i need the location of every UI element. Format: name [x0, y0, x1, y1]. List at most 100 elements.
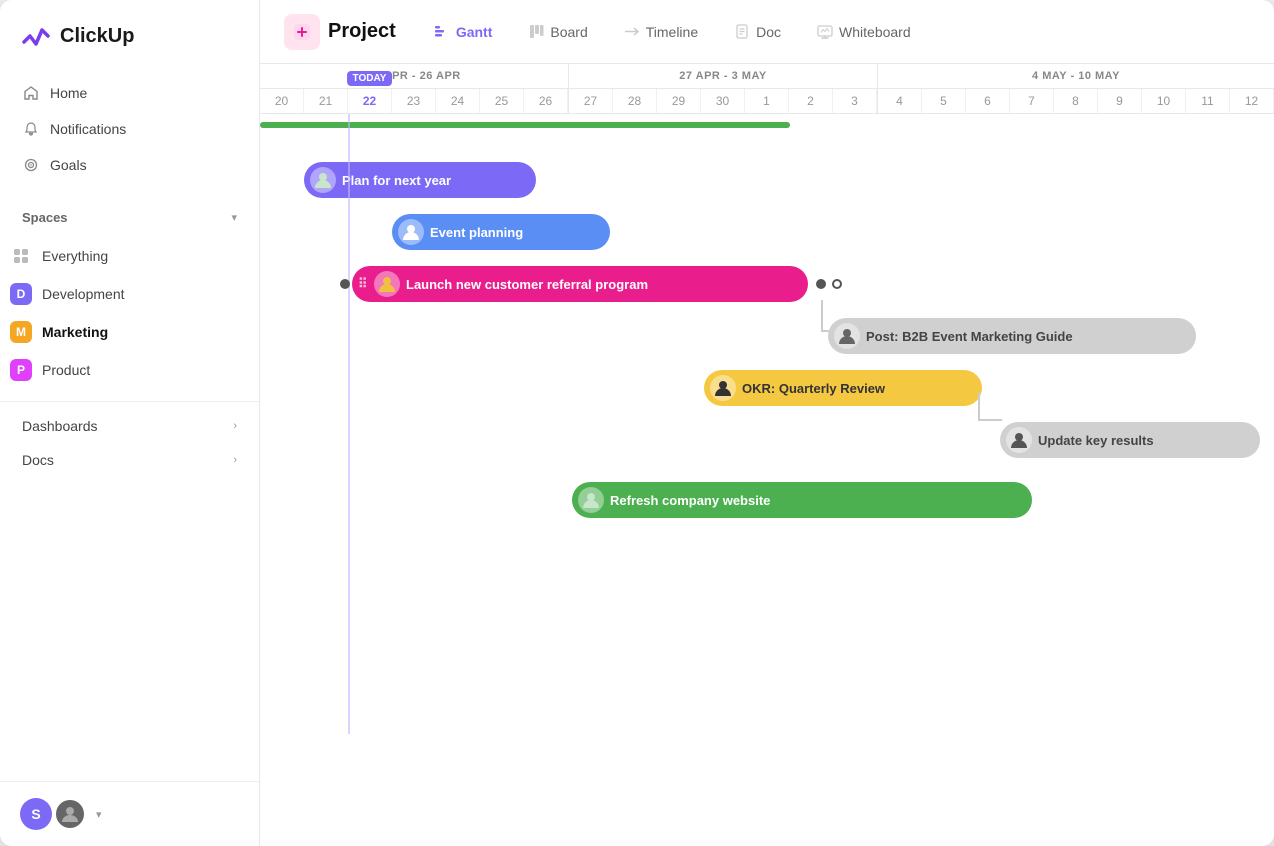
logo-text: ClickUp	[60, 25, 134, 48]
day-7: 7	[1010, 89, 1054, 113]
bar-avatar-0	[310, 167, 336, 193]
user-dropdown-icon[interactable]: ▾	[96, 808, 102, 821]
gantt-row-1: Event planning	[260, 206, 1260, 258]
bar-b2b-guide[interactable]: Post: B2B Event Marketing Guide	[828, 318, 1196, 354]
space-items-list: Everything D Development M Marketing P P…	[0, 233, 259, 393]
tab-board-label: Board	[550, 24, 587, 40]
sidebar-footer-nav: Dashboards › Docs ›	[0, 401, 259, 484]
spaces-header[interactable]: Spaces ▾	[12, 206, 247, 229]
everything-grid-icon	[10, 245, 32, 267]
gantt-area[interactable]: 20 APR - 26 APR 20 21 TODAY 22 23 24 25 …	[260, 64, 1274, 846]
sidebar-item-development[interactable]: D Development	[0, 275, 259, 313]
bar-avatar-2	[374, 271, 400, 297]
bar-refresh-website[interactable]: Refresh company website	[572, 482, 1032, 518]
notifications-label: Notifications	[50, 121, 126, 137]
today-line	[348, 114, 350, 734]
bar-label-6: Refresh company website	[610, 493, 770, 508]
bar-avatar-5	[1006, 427, 1032, 453]
dep-dot-end	[832, 279, 842, 289]
sidebar-item-goals[interactable]: Goals	[12, 148, 247, 182]
logo-area[interactable]: ClickUp	[0, 0, 259, 68]
day-23: 23	[392, 89, 436, 113]
days-row-1: 20 21 TODAY 22 23 24 25 26	[260, 89, 568, 113]
sidebar-item-home[interactable]: Home	[12, 76, 247, 110]
marketing-label: Marketing	[42, 324, 108, 340]
bar-avatar-4	[710, 375, 736, 401]
bar-update-results[interactable]: Update key results	[1000, 422, 1260, 458]
day-2: 2	[789, 89, 833, 113]
docs-label: Docs	[22, 452, 54, 468]
sidebar-item-dashboards[interactable]: Dashboards ›	[12, 410, 247, 442]
days-row-2: 27 28 29 30 1 2 3	[569, 89, 877, 113]
doc-icon	[734, 24, 750, 40]
day-4: 4	[878, 89, 922, 113]
gantt-row-6: Refresh company website	[260, 474, 1260, 526]
sidebar-nav: Home Notifications Goals	[0, 68, 259, 190]
docs-expand-icon: ›	[233, 454, 237, 466]
sidebar-item-notifications[interactable]: Notifications	[12, 112, 247, 146]
day-25: 25	[480, 89, 524, 113]
top-nav: Project Gantt	[260, 0, 1274, 64]
sidebar-item-docs[interactable]: Docs ›	[12, 444, 247, 476]
tab-timeline[interactable]: Timeline	[610, 16, 712, 48]
tab-board[interactable]: Board	[514, 16, 601, 48]
sidebar-item-product[interactable]: P Product	[0, 351, 259, 389]
user-avatar-photo	[54, 798, 86, 830]
bar-avatar-1	[398, 219, 424, 245]
day-9: 9	[1098, 89, 1142, 113]
date-header: 20 APR - 26 APR 20 21 TODAY 22 23 24 25 …	[260, 64, 1274, 114]
day-8: 8	[1054, 89, 1098, 113]
week-group-1: 20 APR - 26 APR 20 21 TODAY 22 23 24 25 …	[260, 64, 569, 113]
tab-doc[interactable]: Doc	[720, 16, 795, 48]
everything-label: Everything	[42, 248, 108, 264]
day-20: 20	[260, 89, 304, 113]
week-group-3: 4 MAY - 10 MAY 4 5 6 7 8 9 10 11 12	[878, 64, 1274, 113]
bar-referral-program[interactable]: ⠿ Launch new customer referral program	[352, 266, 808, 302]
home-label: Home	[50, 85, 87, 101]
board-icon	[528, 24, 544, 40]
bell-icon	[22, 120, 40, 138]
spaces-chevron-icon: ▾	[231, 211, 237, 224]
progress-fill	[260, 122, 790, 128]
day-26: 26	[524, 89, 568, 113]
week-label-2: 27 APR - 3 MAY	[569, 64, 877, 89]
day-28: 28	[613, 89, 657, 113]
whiteboard-icon	[817, 24, 833, 40]
user-avatar-s: S	[20, 798, 52, 830]
product-label: Product	[42, 362, 90, 378]
dep-dot-left	[340, 279, 350, 289]
dashboards-label: Dashboards	[22, 418, 98, 434]
bar-label-3: Post: B2B Event Marketing Guide	[866, 329, 1073, 344]
connector-v-1	[821, 300, 823, 330]
bar-event-planning[interactable]: Event planning	[392, 214, 610, 250]
project-icon	[284, 14, 320, 50]
app-container: ClickUp Home Notifications	[0, 0, 1274, 846]
sidebar-item-marketing[interactable]: M Marketing	[0, 313, 259, 351]
bar-avatar-3	[834, 323, 860, 349]
sidebar-user-footer[interactable]: S ▾	[0, 781, 259, 846]
gantt-row-3: Post: B2B Event Marketing Guide	[260, 310, 1260, 362]
gantt-row-5: Update key results	[260, 414, 1260, 466]
bar-plan-next-year[interactable]: Plan for next year	[304, 162, 536, 198]
spaces-title: Spaces	[22, 210, 68, 225]
sidebar-item-everything[interactable]: Everything	[0, 237, 259, 275]
day-10: 10	[1142, 89, 1186, 113]
product-badge: P	[10, 359, 32, 381]
home-icon	[22, 84, 40, 102]
week-label-1: 20 APR - 26 APR	[260, 64, 568, 89]
tab-gantt[interactable]: Gantt	[420, 16, 507, 48]
gantt-row-0: Plan for next year	[260, 154, 1260, 206]
goals-label: Goals	[50, 157, 87, 173]
day-21: 21	[304, 89, 348, 113]
bar-label-5: Update key results	[1038, 433, 1154, 448]
development-label: Development	[42, 286, 125, 302]
day-6: 6	[966, 89, 1010, 113]
timeline-icon	[624, 24, 640, 40]
main-content: Project Gantt	[260, 0, 1274, 846]
gantt-icon	[434, 24, 450, 40]
bar-label-1: Event planning	[430, 225, 523, 240]
tab-whiteboard[interactable]: Whiteboard	[803, 16, 925, 48]
day-1: 1	[745, 89, 789, 113]
tab-doc-label: Doc	[756, 24, 781, 40]
bar-okr[interactable]: OKR: Quarterly Review	[704, 370, 982, 406]
